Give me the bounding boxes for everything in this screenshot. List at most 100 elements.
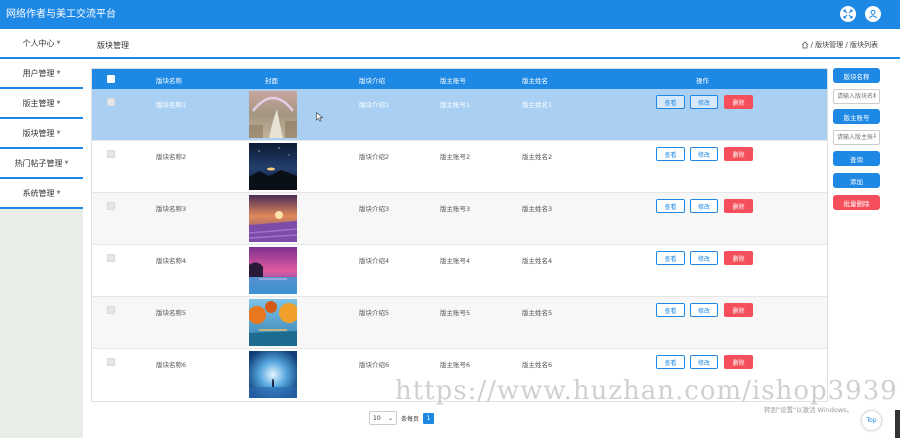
sidebar-item-hot-posts[interactable]: 热门帖子管理 ▼ xyxy=(0,149,83,179)
cell-owner: 版主姓名1 xyxy=(522,101,553,109)
breadcrumb-path: / 版块管理 / 版块列表 xyxy=(810,41,878,49)
sidebar-item-personal-center[interactable]: 个人中心 ▼ xyxy=(0,29,83,59)
fullscreen-button[interactable] xyxy=(840,6,856,22)
table-row[interactable]: 版块名称2 版块介绍2 版主账号2 版主姓名2 查看 修改 删除 xyxy=(92,141,827,193)
column-header-account[interactable]: 版主账号 xyxy=(440,75,466,85)
cell-account: 版主账号3 xyxy=(440,205,471,213)
section-name-input[interactable] xyxy=(833,89,880,104)
view-button[interactable]: 查看 xyxy=(656,303,685,317)
page-button-current[interactable]: 1 xyxy=(423,412,435,424)
cover-thumbnail xyxy=(249,143,297,190)
table-row[interactable]: 版块名称4 版块介绍4 版主账号4 版主姓名4 查看 修改 删除 xyxy=(92,245,827,297)
row-checkbox[interactable] xyxy=(107,254,115,262)
cell-intro: 版块介绍5 xyxy=(359,309,390,317)
sidebar-item-sections[interactable]: 版块管理 ▼ xyxy=(0,119,83,149)
edit-button[interactable]: 修改 xyxy=(690,95,718,109)
cover-thumbnail xyxy=(249,91,297,138)
cell-owner: 版主姓名4 xyxy=(522,257,553,265)
cell-intro: 版块介绍4 xyxy=(359,257,390,265)
section-name-label: 版块名称 xyxy=(833,68,880,83)
delete-button[interactable]: 删除 xyxy=(724,95,753,109)
sidebar-item-system[interactable]: 系统管理 ▼ xyxy=(0,179,83,209)
chevron-down-icon: ⌄ xyxy=(387,414,393,422)
column-header-owner[interactable]: 版主姓名 xyxy=(522,75,548,85)
batch-delete-button[interactable]: 批量删除 xyxy=(833,195,880,210)
scrollbar-thumb[interactable] xyxy=(895,410,900,438)
cell-intro: 版块介绍1 xyxy=(359,101,390,109)
edit-button[interactable]: 修改 xyxy=(690,199,718,213)
edit-button[interactable]: 修改 xyxy=(690,355,718,369)
chevron-down-icon: ▼ xyxy=(56,100,61,106)
edit-button[interactable]: 修改 xyxy=(690,303,718,317)
view-button[interactable]: 查看 xyxy=(656,355,685,369)
row-checkbox[interactable] xyxy=(107,306,115,314)
delete-button[interactable]: 删除 xyxy=(724,147,753,161)
sidebar-item-label: 版主管理 xyxy=(22,98,55,108)
sidebar-item-label: 热门帖子管理 xyxy=(14,158,63,168)
cell-name: 版块名称3 xyxy=(156,205,187,213)
cover-thumbnail xyxy=(249,247,297,294)
sidebar-item-label: 用户管理 xyxy=(22,68,55,78)
cell-name: 版块名称6 xyxy=(156,361,187,369)
column-header-cover: 封面 xyxy=(265,77,278,85)
cell-name: 版块名称4 xyxy=(156,257,187,265)
breadcrumb: / 版块管理 / 版块列表 xyxy=(801,40,878,50)
view-button[interactable]: 查看 xyxy=(656,147,685,161)
chevron-down-icon: ▼ xyxy=(56,130,61,136)
top-header: 网络作者与美工交流平台 xyxy=(0,0,900,29)
table-row[interactable]: 版块名称5 版块介绍5 版主账号5 版主姓名5 查看 修改 删除 xyxy=(92,297,827,349)
cell-owner: 版主姓名6 xyxy=(522,361,553,369)
cell-owner: 版主姓名2 xyxy=(522,153,553,161)
edit-button[interactable]: 修改 xyxy=(690,147,718,161)
row-checkbox[interactable] xyxy=(107,98,115,106)
expand-icon xyxy=(843,9,853,19)
query-button[interactable]: 查询 xyxy=(833,151,880,166)
page-title: 版块管理 xyxy=(97,41,129,50)
column-header-actions: 操作 xyxy=(696,77,709,85)
watermark-text: https://www.huzhan.com/ishop39397 xyxy=(395,376,900,406)
row-checkbox[interactable] xyxy=(107,150,115,158)
cell-account: 版主账号6 xyxy=(440,361,471,369)
row-checkbox[interactable] xyxy=(107,202,115,210)
column-header-intro[interactable]: 版块介绍 xyxy=(359,75,385,85)
view-button[interactable]: 查看 xyxy=(656,95,685,109)
column-header-name[interactable]: 版块名称 xyxy=(156,75,182,85)
table-row[interactable]: 版块名称1 版块介绍1 版主账号1 版主姓名1 查看 修改 删除 xyxy=(92,89,827,141)
cell-name: 版块名称2 xyxy=(156,153,187,161)
cover-thumbnail xyxy=(249,299,297,346)
pagination: 10 ⌄ 条每页 1 xyxy=(369,411,435,425)
add-button[interactable]: 添加 xyxy=(833,173,880,188)
delete-button[interactable]: 删除 xyxy=(724,199,753,213)
cell-name: 版块名称5 xyxy=(156,309,187,317)
select-all-checkbox[interactable] xyxy=(107,75,115,83)
table-row[interactable]: 版块名称3 版块介绍3 版主账号3 版主姓名3 查看 修改 删除 xyxy=(92,193,827,245)
mouse-cursor-icon xyxy=(316,112,324,122)
cell-account: 版主账号2 xyxy=(440,153,471,161)
app-title: 网络作者与美工交流平台 xyxy=(6,9,116,20)
section-table: 版块名称 封面 版块介绍 版主账号 版主姓名 操作 版块名称1 版块介绍1 版主… xyxy=(91,68,828,402)
delete-button[interactable]: 删除 xyxy=(724,251,753,265)
page-size-select[interactable]: 10 ⌄ xyxy=(369,411,397,425)
cover-thumbnail xyxy=(249,195,297,242)
back-to-top-button[interactable]: Top xyxy=(861,410,882,431)
delete-button[interactable]: 删除 xyxy=(724,303,753,317)
sidebar-item-users[interactable]: 用户管理 ▼ xyxy=(0,59,83,89)
table-header: 版块名称 封面 版块介绍 版主账号 版主姓名 操作 xyxy=(92,69,827,89)
row-checkbox[interactable] xyxy=(107,358,115,366)
view-button[interactable]: 查看 xyxy=(656,251,685,265)
breadcrumb-bar: 版块管理 / 版块管理 / 版块列表 xyxy=(83,29,900,59)
delete-button[interactable]: 删除 xyxy=(724,355,753,369)
user-icon xyxy=(869,9,877,19)
cell-account: 版主账号4 xyxy=(440,257,471,265)
chevron-down-icon: ▼ xyxy=(56,70,61,76)
edit-button[interactable]: 修改 xyxy=(690,251,718,265)
cell-name: 版块名称1 xyxy=(156,101,187,109)
view-button[interactable]: 查看 xyxy=(656,199,685,213)
cell-account: 版主账号5 xyxy=(440,309,471,317)
cell-owner: 版主姓名3 xyxy=(522,205,553,213)
user-menu-button[interactable] xyxy=(865,6,881,22)
sidebar-item-moderators[interactable]: 版主管理 ▼ xyxy=(0,89,83,119)
cell-intro: 版块介绍2 xyxy=(359,153,390,161)
home-icon[interactable] xyxy=(801,41,809,49)
moderator-account-input[interactable] xyxy=(833,130,880,145)
